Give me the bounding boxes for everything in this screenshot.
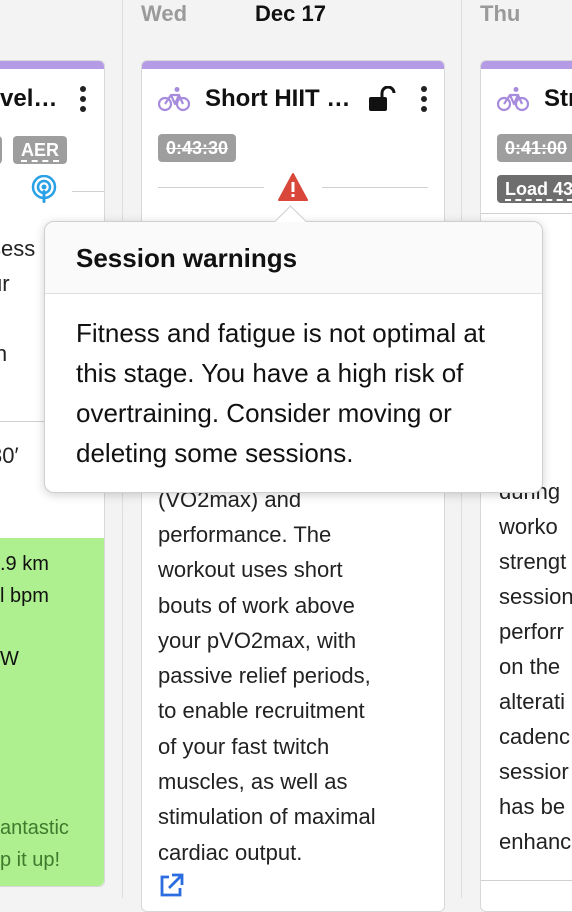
description-line: has be xyxy=(499,794,566,819)
description-line: bouts of work above xyxy=(158,593,355,618)
description-line: on the xyxy=(499,654,561,679)
load-badge: Load 43 xyxy=(497,175,572,203)
popover-header: Session warnings xyxy=(45,222,542,294)
calendar-header: Wed Dec 17 Thu xyxy=(0,0,572,44)
session-warnings-popover: Session warnings Fitness and fatigue is … xyxy=(44,205,543,493)
session-title: vel… xyxy=(0,85,58,112)
description-line: ur xyxy=(0,271,10,296)
divider-line xyxy=(72,191,104,192)
divider-line xyxy=(481,213,572,214)
stat-power: W xyxy=(0,648,19,670)
description-line: worko xyxy=(499,514,558,539)
bike-icon xyxy=(496,86,530,112)
description-line: of your fast twitch xyxy=(158,734,330,759)
description-line: in xyxy=(0,336,7,371)
duration-fragment: 30′ xyxy=(0,443,19,468)
description-line: performance. The xyxy=(158,522,332,547)
date-label: Dec 17 xyxy=(255,1,326,26)
feedback-line: p it up! xyxy=(0,849,61,871)
stat-heart-rate: l bpm xyxy=(0,585,49,607)
description-line: sess xyxy=(0,236,36,261)
description-line: cardiac output. xyxy=(158,840,303,865)
podcast-icon[interactable] xyxy=(30,174,58,205)
description-line: passive relief periods, xyxy=(158,663,371,688)
session-title: Short HIIT … xyxy=(205,85,351,112)
divider-line xyxy=(322,187,428,188)
description-line: cadenc xyxy=(499,724,570,749)
stat-distance: .9 km xyxy=(0,553,49,575)
description-line: to enable recruitment xyxy=(158,698,365,723)
bike-icon xyxy=(157,86,191,112)
description-line: alterati xyxy=(499,689,566,714)
description-line: session xyxy=(499,584,572,609)
warning-icon[interactable] xyxy=(278,173,308,201)
card-accent-bar xyxy=(142,61,444,69)
unlock-icon[interactable] xyxy=(368,85,396,112)
description-line: perforr xyxy=(499,619,564,644)
completed-session-panel: .9 km l bpm W antastic p it up! xyxy=(0,538,104,886)
description-line: stimulation of maximal xyxy=(158,804,376,829)
kebab-menu-icon[interactable] xyxy=(79,86,87,114)
card-accent-bar xyxy=(0,61,104,69)
description-line: your pVO2max, with xyxy=(158,628,357,653)
day-label-thu: Thu xyxy=(480,1,521,26)
popover-message: Fitness and fatigue is not optimal at th… xyxy=(76,318,486,468)
divider-line xyxy=(158,187,264,188)
kebab-menu-icon[interactable] xyxy=(420,86,428,114)
description-line: sessior xyxy=(499,759,569,784)
session-title: Str xyxy=(544,85,572,112)
aer-badge: AER xyxy=(13,136,68,164)
duration-badge: 0:41:00 xyxy=(497,134,572,162)
feedback-line: antastic xyxy=(0,817,69,839)
card-accent-bar xyxy=(481,61,572,69)
day-label-wed: Wed xyxy=(141,1,188,26)
popover-title: Session warnings xyxy=(76,243,298,273)
description-line: workout uses short xyxy=(158,557,343,582)
description-line: muscles, as well as xyxy=(158,769,348,794)
description-line: strengt xyxy=(499,549,567,574)
duration-badge: 0:43:30 xyxy=(158,134,237,162)
external-link-icon[interactable] xyxy=(158,873,184,899)
description-line: enhanc xyxy=(499,829,572,854)
badge-pill xyxy=(0,136,2,164)
divider-line xyxy=(481,880,572,881)
